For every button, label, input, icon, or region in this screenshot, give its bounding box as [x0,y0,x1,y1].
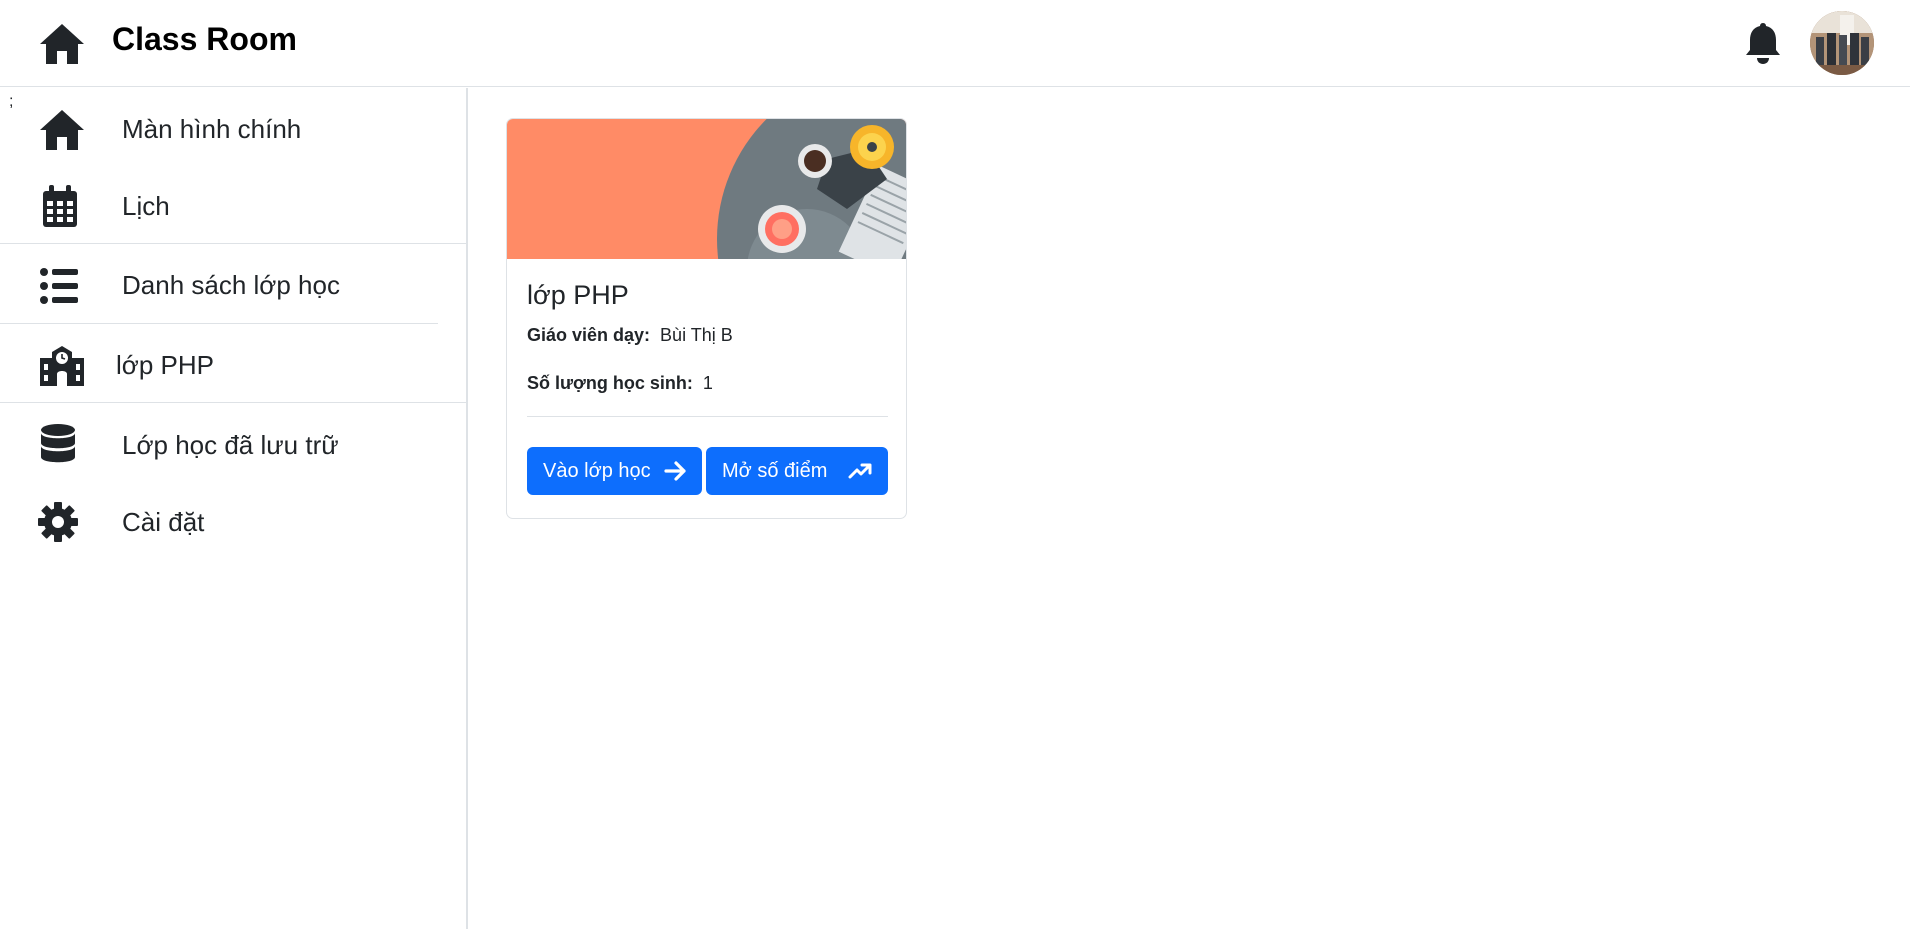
home-icon [40,110,84,150]
school-icon [40,346,84,386]
bell-icon[interactable] [1744,21,1782,65]
gear-icon [38,502,78,542]
sidebar-item-label: Lịch [122,191,170,221]
arrow-right-icon [664,461,686,481]
teacher-label: Giáo viên dạy: [527,325,651,345]
sidebar-item-calendar[interactable]: Lịch [0,170,468,240]
class-banner [507,119,906,259]
enter-class-label: Vào lớp học [543,460,651,482]
students-value: 1 [702,373,713,393]
user-avatar[interactable] [1810,11,1874,75]
students-label: Số lượng học sinh: [527,373,693,393]
teacher-value: Bùi Thị B [660,325,733,345]
banner-illustration [717,119,906,259]
class-title[interactable]: lớp PHP [527,279,629,311]
open-gradebook-label: Mở số điểm [722,460,828,482]
enter-class-button[interactable]: Vào lớp học [527,447,702,495]
avatar-photo [1810,11,1874,75]
sidebar-item-archived[interactable]: Lớp học đã lưu trữ [0,409,468,479]
sidebar-item-label: Lớp học đã lưu trữ [122,430,339,460]
sidebar-divider [0,323,438,324]
sidebar-item-label: Danh sách lớp học [122,270,340,300]
app-brand[interactable]: Class Room [112,20,297,58]
card-divider [527,416,888,417]
sidebar-item-class-php[interactable]: lớp PHP [0,329,468,399]
sidebar: Màn hình chính Lịch Danh sách lớp học lớ… [0,88,468,929]
home-icon[interactable] [38,22,86,66]
sidebar-item-class-list[interactable]: Danh sách lớp học [0,249,468,319]
class-card: lớp PHP Giáo viên dạy: Bùi Thị B Số lượng… [506,118,907,519]
list-icon [40,268,78,304]
top-navbar: Class Room [0,0,1910,87]
trend-up-icon [848,463,872,479]
sidebar-item-label: Cài đặt [122,507,205,537]
sidebar-divider [0,402,466,403]
sidebar-divider [0,243,466,244]
teacher-row: Giáo viên dạy: Bùi Thị B [527,324,733,346]
calendar-icon [43,185,77,227]
database-icon [41,424,75,463]
sidebar-item-label: Màn hình chính [122,114,302,144]
sidebar-item-home[interactable]: Màn hình chính [0,93,468,163]
open-gradebook-button[interactable]: Mở số điểm [706,447,888,495]
sidebar-item-label: lớp PHP [116,350,214,380]
students-row: Số lượng học sinh: 1 [527,372,713,394]
sidebar-item-settings[interactable]: Cài đặt [0,486,468,556]
